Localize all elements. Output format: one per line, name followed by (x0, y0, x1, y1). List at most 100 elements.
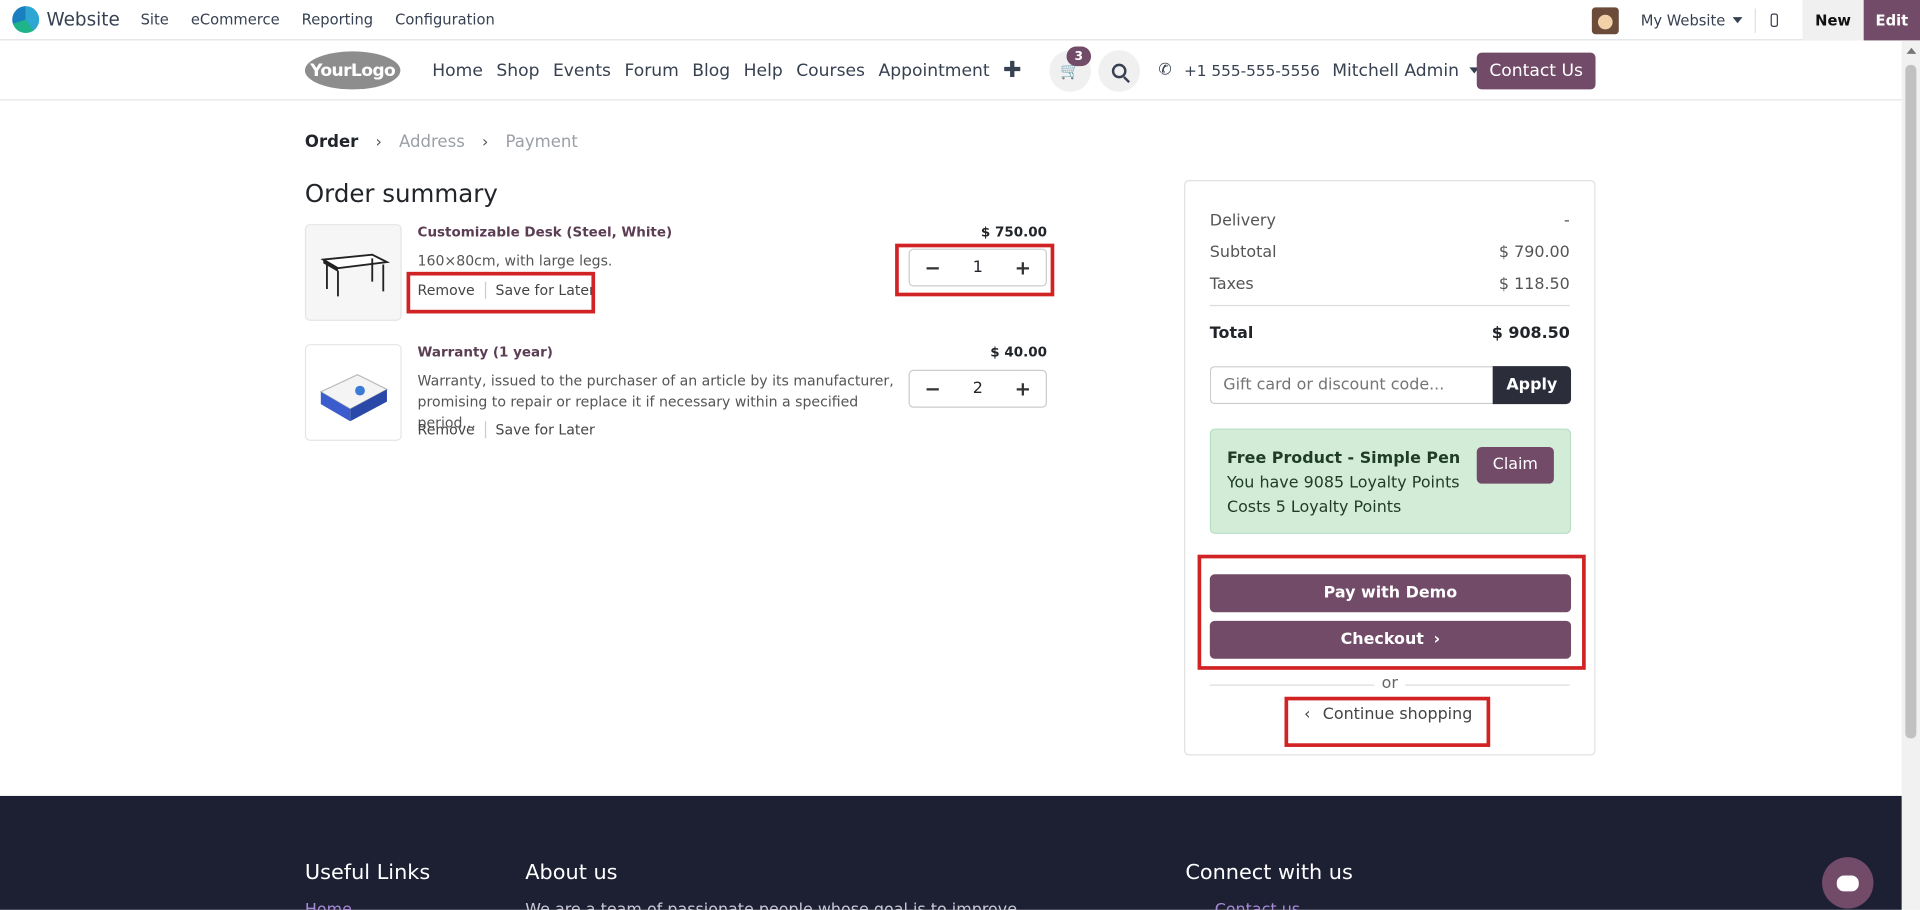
subtotal-label: Subtotal (1209, 243, 1277, 263)
new-button[interactable]: New (1802, 0, 1864, 41)
product-image[interactable] (304, 224, 402, 321)
remove-link[interactable]: Remove (418, 421, 475, 438)
user-menu[interactable]: Mitchell Admin (1332, 40, 1479, 100)
quantity-stepper: − 1 + (908, 248, 1047, 287)
search-button[interactable] (1098, 50, 1141, 92)
plus-icon[interactable]: + (1015, 377, 1031, 400)
page-title: Order summary (304, 178, 498, 209)
admin-bar: Website Site eCommerce Reporting Configu… (0, 0, 1920, 41)
subtotal-value: $ 790.00 (1498, 243, 1570, 263)
nav-forum[interactable]: Forum (624, 61, 678, 81)
user-avatar[interactable] (1591, 6, 1619, 34)
divider (484, 281, 486, 299)
subtotal-row: Subtotal $ 790.00 (1210, 244, 1570, 262)
footer-home-link[interactable]: Home (305, 901, 352, 910)
add-page-icon[interactable]: ✚ (1003, 58, 1021, 84)
line-actions: Remove Save for Later (418, 281, 595, 299)
quantity-input[interactable]: 2 (973, 380, 983, 398)
footer-connect: Connect with us (1185, 860, 1353, 886)
site-footer: Useful Links About us Connect with us Ho… (0, 795, 1902, 910)
website-app-icon (12, 6, 40, 34)
taxes-label: Taxes (1209, 275, 1254, 294)
search-icon (1111, 63, 1127, 79)
product-name[interactable]: Warranty (1 year) (418, 344, 553, 360)
continue-shopping-link[interactable]: ‹ Continue shopping (1304, 705, 1472, 723)
nav-links: Home Shop Events Forum Blog Help Courses… (432, 40, 1021, 100)
pay-with-demo-button[interactable]: Pay with Demo (1209, 574, 1572, 613)
mobile-icon (1770, 13, 1778, 27)
minus-icon[interactable]: − (924, 377, 940, 400)
step-address: Address (398, 132, 465, 152)
edit-button[interactable]: Edit (1863, 0, 1920, 41)
minus-icon[interactable]: − (924, 256, 940, 279)
website-switcher[interactable]: My Website (1641, 12, 1743, 29)
plus-icon[interactable]: + (1015, 256, 1031, 279)
admin-menu: Site eCommerce Reporting Configuration (141, 11, 495, 28)
line-price: $ 750.00 (980, 224, 1047, 241)
admin-menu-ecommerce[interactable]: eCommerce (191, 11, 280, 28)
admin-menu-site[interactable]: Site (141, 11, 169, 28)
chat-button[interactable] (1822, 857, 1874, 909)
nav-blog[interactable]: Blog (692, 61, 730, 81)
delivery-value: - (1564, 211, 1570, 231)
reward-cost: Costs 5 Loyalty Points (1226, 498, 1402, 517)
pay-with-demo-label: Pay with Demo (1323, 584, 1458, 603)
site-logo-text: YourLogo (310, 60, 396, 81)
remove-link[interactable]: Remove (418, 282, 475, 299)
total-label: Total (1209, 324, 1254, 343)
order-line: Customizable Desk (Steel, White) 160×80c… (304, 224, 1047, 322)
save-for-later-link[interactable]: Save for Later (496, 421, 595, 438)
mobile-preview-button[interactable] (1756, 13, 1793, 27)
chevron-right-icon: › (375, 132, 382, 152)
checkout-button[interactable]: Checkout › (1209, 620, 1572, 659)
chevron-right-icon: › (1433, 630, 1441, 649)
or-separator: or (1209, 674, 1570, 695)
website-app-switch[interactable]: Website (12, 6, 120, 34)
product-name[interactable]: Customizable Desk (Steel, White) (418, 224, 673, 240)
nav-home[interactable]: Home (432, 61, 483, 81)
save-for-later-link[interactable]: Save for Later (496, 282, 595, 299)
admin-right: My Website New Edit (1591, 0, 1920, 41)
promo-form: Apply (1209, 366, 1572, 405)
quantity-input[interactable]: 1 (973, 258, 983, 276)
footer-useful-links: Useful Links (304, 860, 431, 886)
admin-menu-reporting[interactable]: Reporting (302, 11, 373, 28)
site-logo[interactable]: YourLogo (304, 51, 401, 90)
scroll-up-icon[interactable] (1906, 47, 1917, 54)
caret-down-icon (1732, 17, 1743, 24)
delivery-row: Delivery - (1210, 212, 1570, 230)
promo-code-input[interactable] (1209, 366, 1493, 405)
apply-button[interactable]: Apply (1492, 366, 1572, 405)
quantity-stepper: − 2 + (908, 369, 1047, 408)
footer-about-us: About us (525, 860, 618, 886)
product-image[interactable] (304, 344, 402, 441)
chevron-right-icon: › (481, 132, 489, 152)
footer-contact-link[interactable]: Contact us (1215, 901, 1300, 910)
checkout-steps: Order › Address › Payment (305, 132, 578, 152)
cart-button[interactable]: 🛒 3 (1049, 46, 1092, 92)
claim-button[interactable]: Claim (1476, 446, 1554, 484)
phone-number: +1 555-555-5556 (1183, 61, 1320, 80)
continue-shopping-label: Continue shopping (1322, 705, 1473, 724)
step-payment: Payment (505, 132, 578, 152)
order-line: Warranty (1 year) Warranty, issued to th… (304, 344, 1047, 442)
cart-count-badge: 3 (1066, 46, 1092, 67)
nav-help[interactable]: Help (744, 61, 783, 81)
nav-appointment[interactable]: Appointment (878, 61, 989, 81)
nav-phone[interactable]: ✆ +1 555-555-5556 (1158, 40, 1319, 100)
contact-us-button[interactable]: Contact Us (1476, 52, 1596, 90)
loyalty-reward-box: Free Product - Simple Pen You have 9085 … (1209, 428, 1572, 534)
or-label: or (1374, 674, 1406, 694)
app-name: Website (46, 8, 120, 31)
page-scrollbar[interactable] (1901, 40, 1920, 910)
total-row: Total $ 908.50 (1210, 324, 1570, 342)
scroll-thumb[interactable] (1905, 64, 1917, 739)
nav-courses[interactable]: Courses (796, 61, 865, 81)
nav-shop[interactable]: Shop (496, 61, 539, 81)
taxes-row: Taxes $ 118.50 (1210, 276, 1570, 294)
nav-events[interactable]: Events (553, 61, 611, 81)
admin-menu-configuration[interactable]: Configuration (395, 11, 495, 28)
product-description: 160×80cm, with large legs. (417, 252, 613, 270)
step-order[interactable]: Order (305, 132, 358, 152)
warranty-box-icon (319, 374, 389, 422)
